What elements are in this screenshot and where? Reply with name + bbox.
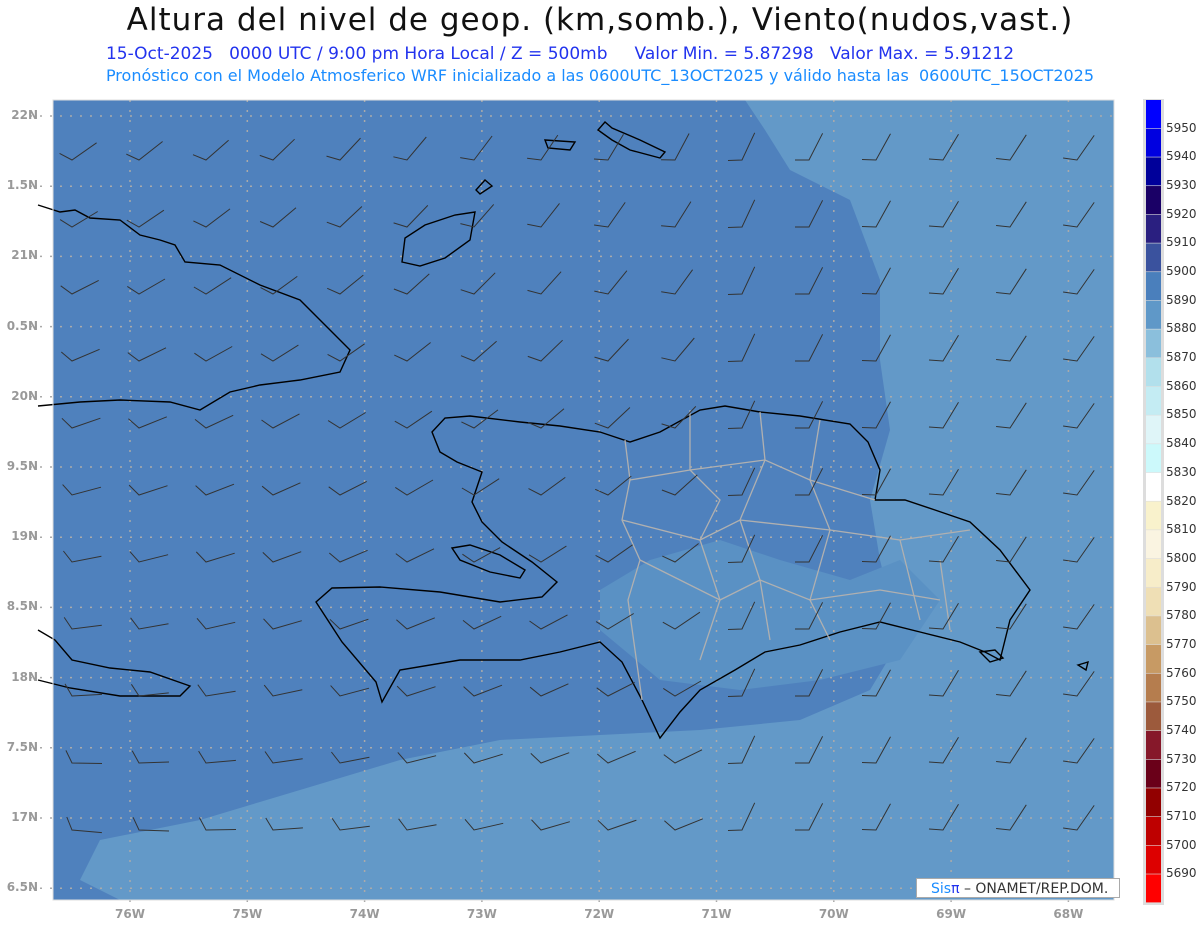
colorbar-label: 5810	[1166, 522, 1197, 537]
colorbar-swatch	[1146, 587, 1161, 616]
credit-text: – ONAMET/REP.DOM.	[959, 881, 1109, 897]
credit-sis: Sis	[931, 881, 952, 897]
colorbar-label: 5890	[1166, 292, 1197, 307]
colorbar-swatch	[1146, 214, 1161, 243]
colorbar-label: 5820	[1166, 493, 1197, 508]
colorbar-label: 5930	[1166, 178, 1197, 193]
colorbar-label: 5790	[1166, 579, 1197, 594]
lon-label: 72W	[584, 907, 615, 921]
lon-label: 71W	[701, 907, 732, 921]
colorbar-swatch	[1146, 415, 1161, 444]
colorbar-label: 5940	[1166, 149, 1197, 164]
colorbar-label: 5900	[1166, 264, 1197, 279]
lat-label: 8.5N	[6, 599, 38, 614]
colorbar-swatch	[1146, 673, 1161, 702]
colorbar-label: 5740	[1166, 722, 1197, 737]
colorbar-label: 5700	[1166, 837, 1197, 852]
colorbar-label: 5690	[1166, 866, 1197, 881]
colorbar-label: 5720	[1166, 780, 1197, 795]
colorbar-swatch	[1146, 243, 1161, 272]
colorbar-label: 5880	[1166, 321, 1197, 336]
colorbar-swatch	[1146, 816, 1161, 846]
lat-label: 0.5N	[6, 318, 38, 333]
colorbar-label: 5800	[1166, 550, 1197, 565]
weather-map-page: Altura del nivel de geop. (km,somb.), Vi…	[0, 0, 1200, 927]
colorbar-label: 5910	[1166, 235, 1197, 250]
colorbar-label: 5920	[1166, 206, 1197, 221]
forecast-info: Pronóstico con el Modelo Atmosferico WRF…	[105, 66, 1095, 85]
colorbar-swatch	[1146, 788, 1161, 817]
lat-label: 1.5N	[6, 178, 38, 193]
lat-label: 9.5N	[6, 459, 38, 473]
colorbar-label: 5840	[1166, 436, 1197, 451]
colorbar-swatch	[1146, 358, 1161, 387]
lon-label: 73W	[466, 907, 497, 921]
lat-label: 22N	[11, 108, 38, 122]
lon-label: 70W	[818, 907, 849, 921]
colorbar-swatch	[1146, 702, 1161, 731]
colorbar-swatch	[1146, 444, 1161, 473]
colorbar-swatch	[1146, 186, 1161, 215]
colorbar-label: 5780	[1166, 608, 1197, 623]
colorbar-label: 5860	[1166, 378, 1197, 393]
colorbar-swatch	[1146, 501, 1161, 530]
colorbar-swatch	[1146, 759, 1161, 788]
credit-box: Sisπ – ONAMET/REP.DOM.	[916, 878, 1120, 898]
lat-label: 6.5N	[6, 880, 38, 895]
lat-label: 21N	[11, 248, 38, 263]
colorbar-swatch	[1146, 730, 1161, 760]
colorbar-label: 5750	[1166, 694, 1197, 709]
colorbar-swatch	[1146, 616, 1161, 645]
credit-pi-logo: π	[951, 881, 960, 897]
colorbar-swatch	[1146, 558, 1161, 587]
colorbar-label: 5870	[1166, 350, 1197, 365]
colorbar-swatch	[1146, 644, 1161, 673]
lat-label: 17N	[11, 810, 38, 824]
colorbar-swatch	[1146, 472, 1161, 501]
lon-label: 74W	[349, 907, 380, 921]
lat-label: 20N	[11, 388, 38, 403]
colorbar-label: 5710	[1166, 808, 1197, 823]
colorbar-swatch	[1146, 157, 1161, 186]
lon-label: 68W	[1053, 907, 1084, 921]
colorbar-label: 5950	[1166, 120, 1197, 135]
colorbar-label: 5730	[1166, 751, 1197, 766]
colorbar-swatch	[1146, 272, 1161, 301]
map-subtitle: 15-Oct-2025 0000 UTC / 9:00 pm Hora Loca…	[105, 44, 1015, 64]
colorbar-swatch	[1146, 329, 1161, 358]
colorbar-label: 5760	[1166, 665, 1197, 680]
colorbar-label: 5850	[1166, 407, 1197, 422]
lon-label: 76W	[115, 907, 145, 921]
colorbar-swatch	[1146, 300, 1161, 329]
colorbar-swatch	[1146, 530, 1161, 559]
colorbar-swatch	[1146, 100, 1161, 129]
lon-label: 75W	[232, 907, 263, 921]
colorbar-swatch	[1146, 128, 1161, 157]
lat-label: 18N	[11, 669, 38, 684]
lat-label: 19N	[11, 529, 38, 544]
colorbar-label: 5830	[1166, 464, 1197, 479]
colorbar-swatch	[1146, 386, 1161, 415]
map-title: Altura del nivel de geop. (km,somb.), Vi…	[126, 2, 1074, 38]
colorbar-swatch	[1146, 874, 1161, 903]
colorbar-swatch	[1146, 845, 1161, 874]
colorbar-label: 5770	[1166, 636, 1197, 651]
lon-label: 69W	[936, 907, 967, 921]
lat-label: 7.5N	[6, 739, 38, 754]
map-canvas	[30, 99, 1164, 905]
colorbar	[1143, 99, 1164, 905]
